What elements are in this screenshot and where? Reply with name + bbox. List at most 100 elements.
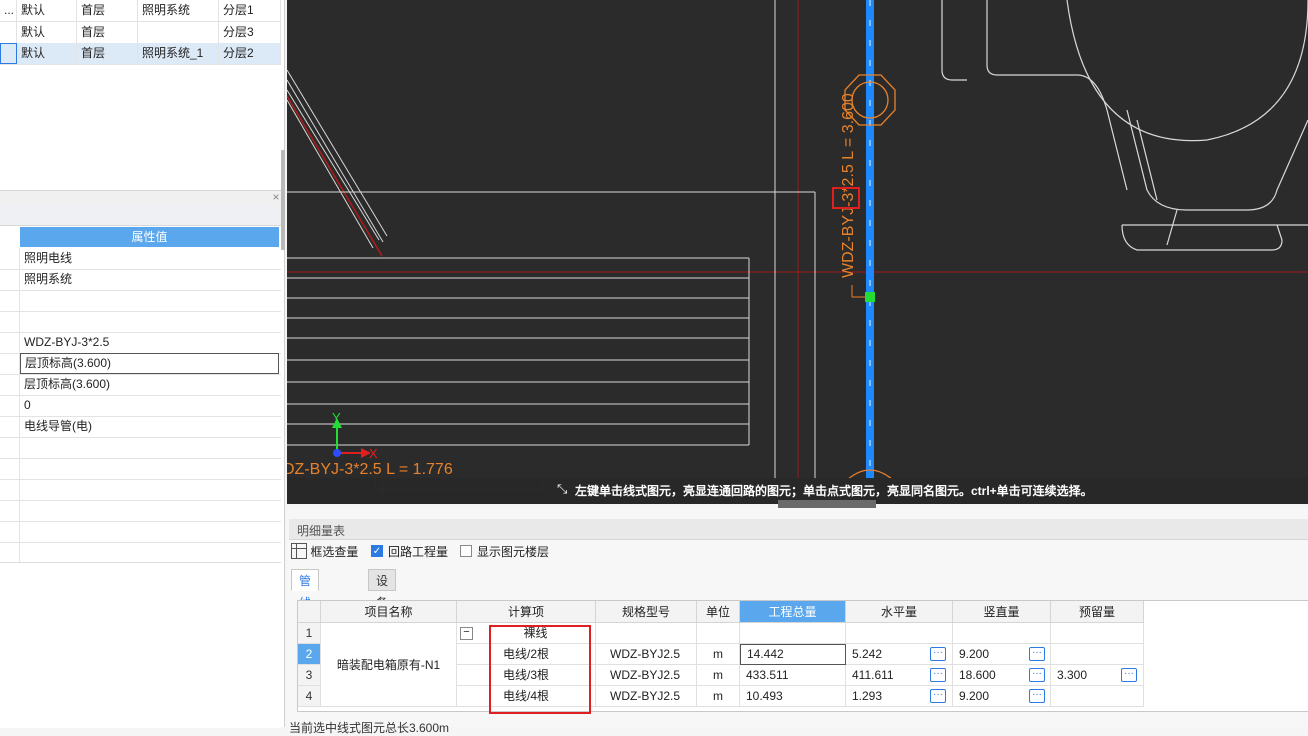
layer-grid-cell: 照明系统_1 [138, 43, 219, 64]
property-row[interactable] [0, 521, 281, 543]
property-name-cell [0, 332, 20, 353]
spec-cell[interactable]: WDZ-BYJ2.5 [596, 644, 697, 665]
property-value-cell[interactable] [20, 290, 279, 311]
layer-grid-cell: 首层 [77, 0, 138, 21]
property-value-cell[interactable]: 0 [20, 395, 279, 416]
more-button[interactable]: ··· [1029, 647, 1045, 661]
property-row[interactable] [0, 479, 281, 501]
show-floor-label: 显示图元楼层 [477, 545, 550, 559]
row-number[interactable]: 1 [298, 623, 321, 644]
property-name-cell [0, 521, 20, 542]
more-button[interactable]: ··· [930, 689, 946, 703]
property-name-cell [0, 311, 20, 332]
more-button[interactable]: ··· [1121, 668, 1137, 682]
left-panel-empty-area [0, 562, 281, 728]
property-value-cell[interactable] [20, 311, 279, 332]
property-row[interactable]: 照明电线 [0, 248, 281, 270]
property-toolbar [0, 205, 281, 226]
property-row[interactable]: 电线导管(电) [0, 416, 281, 438]
property-row[interactable]: 层顶标高(3.600) [0, 353, 281, 375]
row-number[interactable]: 3 [298, 665, 321, 686]
property-name-cell [0, 395, 20, 416]
unit-cell[interactable]: m [697, 665, 740, 686]
unit-cell[interactable] [697, 623, 740, 644]
scrollbar[interactable] [281, 150, 285, 250]
property-row[interactable] [0, 542, 281, 564]
tab-pipe-wire-qty[interactable]: 管线工程量 [291, 569, 320, 676]
table-header-corner [298, 601, 321, 623]
detail-panel-title: 明细量表 [297, 524, 346, 538]
property-value-cell[interactable]: WDZ-BYJ-3*2.5 [20, 332, 279, 353]
layer-grid-cell: 首层 [77, 43, 138, 64]
spec-cell[interactable] [596, 623, 697, 644]
panel-splitter[interactable] [778, 500, 876, 508]
total-cell[interactable]: 433.511 [740, 665, 846, 686]
total-cell[interactable] [740, 623, 846, 644]
reserve-cell[interactable] [1051, 686, 1144, 707]
property-row[interactable] [0, 311, 281, 333]
unit-cell[interactable]: m [697, 686, 740, 707]
property-value-cell[interactable]: 照明系统 [20, 269, 279, 290]
reserve-cell[interactable] [1051, 644, 1144, 665]
cad-drawing: WDZ-BYJ-3*2.5 L = 3.600 DZ-BYJ-3*2.5 L =… [287, 0, 1308, 500]
property-row[interactable] [0, 500, 281, 522]
property-value-cell[interactable]: 照明电线 [20, 248, 279, 269]
property-row[interactable] [0, 290, 281, 312]
axis-y-label: Y [332, 410, 341, 425]
spec-cell[interactable]: WDZ-BYJ2.5 [596, 686, 697, 707]
property-value-cell[interactable]: 电线导管(电) [20, 416, 279, 437]
property-value-cell[interactable]: 层顶标高(3.600) [20, 353, 279, 374]
show-floor-checkbox[interactable]: 显示图元楼层 [460, 542, 549, 562]
layer-grid-cell: 分层1 [219, 0, 281, 21]
checkbox-checked-icon: ✓ [371, 545, 383, 557]
total-cell-selected[interactable]: 14.442 [740, 644, 846, 665]
cad-viewport[interactable]: WDZ-BYJ-3*2.5 L = 3.600 DZ-BYJ-3*2.5 L =… [287, 0, 1308, 504]
property-value-cell[interactable] [20, 458, 279, 479]
property-row[interactable]: WDZ-BYJ-3*2.5 [0, 332, 281, 354]
more-button[interactable]: ··· [1029, 668, 1045, 682]
property-value-cell[interactable] [20, 500, 279, 521]
property-name-cell [0, 416, 20, 437]
box-select-button[interactable]: 框选查量 [291, 542, 358, 562]
property-row[interactable]: 0 [0, 395, 281, 417]
property-value-cell[interactable]: 层顶标高(3.600) [20, 374, 279, 395]
column-header: 预留量 [1051, 601, 1144, 623]
row-number[interactable]: 4 [298, 686, 321, 707]
property-row[interactable]: 照明系统 [0, 269, 281, 291]
layer-grid-row[interactable]: ... 默认 首层 照明系统 分层1 [0, 0, 281, 22]
fixture-outline [941, 0, 1308, 251]
vertical-cell[interactable] [953, 623, 1051, 644]
property-row[interactable]: 层顶标高(3.600) [0, 374, 281, 396]
tab-device-qty[interactable]: 设备工程量 [368, 569, 397, 676]
loop-qty-checkbox[interactable]: ✓ 回路工程量 [371, 542, 448, 562]
property-row[interactable] [0, 437, 281, 459]
hint-text: 左键单击线式图元，亮显连通回路的图元；单击点式图元，亮显同名图元。ctrl+单击… [575, 484, 1093, 498]
property-value-cell[interactable] [20, 521, 279, 542]
layer-grid-row[interactable]: 默认 首层 分层3 [0, 22, 281, 44]
stair-lines [287, 0, 816, 480]
property-value-cell[interactable] [20, 437, 279, 458]
row-number[interactable]: 2 [298, 644, 321, 665]
reserve-cell[interactable] [1051, 623, 1144, 644]
layer-grid-row-selected[interactable]: 默认 首层 照明系统_1 分层2 [0, 43, 281, 65]
box-select-label: 框选查量 [310, 545, 359, 559]
property-name-cell [0, 458, 20, 479]
property-panel-separator [0, 190, 281, 205]
property-value-cell[interactable] [20, 479, 279, 500]
property-row[interactable] [0, 458, 281, 480]
item-name-cell[interactable]: 暗装配电箱原有-N1 [321, 623, 457, 707]
unit-cell[interactable]: m [697, 644, 740, 665]
more-button[interactable]: ··· [930, 668, 946, 682]
layer-grid-cell [138, 22, 219, 43]
horizontal-cell[interactable] [846, 623, 953, 644]
total-cell[interactable]: 10.493 [740, 686, 846, 707]
spec-cell[interactable]: WDZ-BYJ2.5 [596, 665, 697, 686]
more-button[interactable]: ··· [930, 647, 946, 661]
axis-gizmo: Y X [332, 410, 378, 461]
property-name-cell [0, 500, 20, 521]
property-value-cell[interactable] [20, 542, 279, 563]
column-header: 水平量 [846, 601, 953, 623]
wire-label-vertical: WDZ-BYJ-3*2.5 L = 3.600 [840, 93, 857, 278]
more-button[interactable]: ··· [1029, 689, 1045, 703]
layer-grid-cell: 默认 [17, 0, 77, 21]
